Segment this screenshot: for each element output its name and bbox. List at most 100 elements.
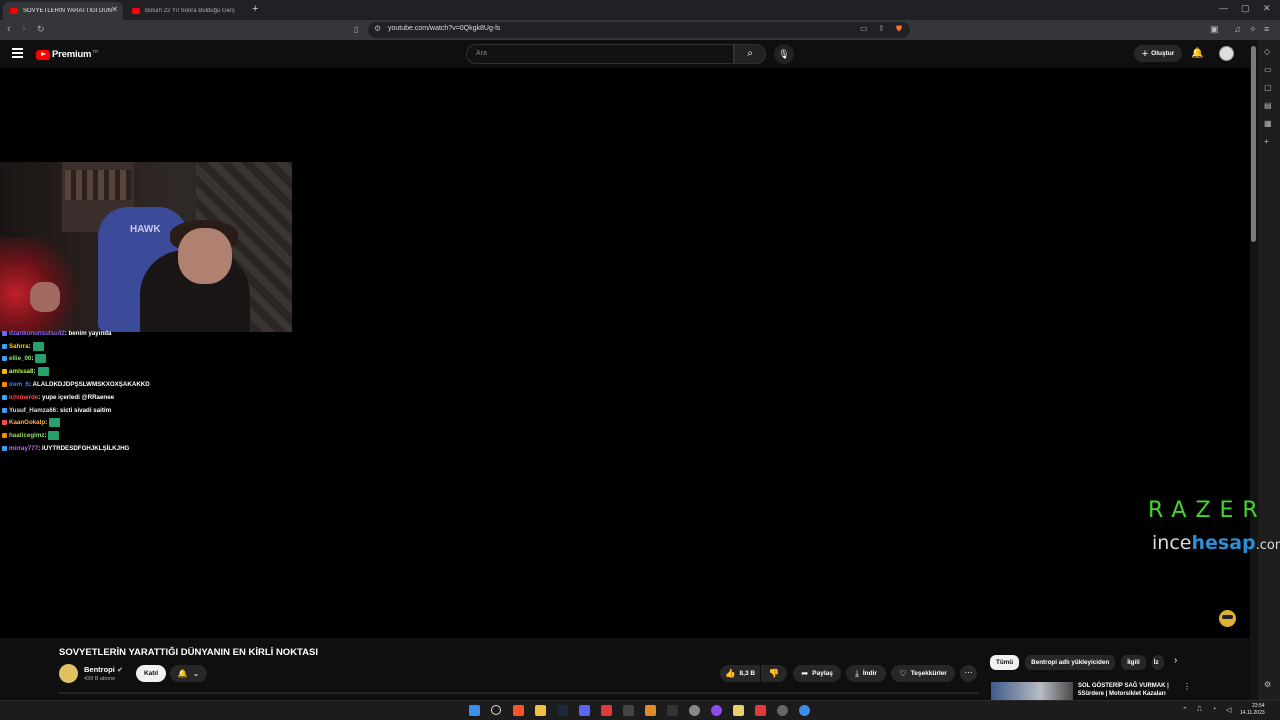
url-text[interactable]: youtube.com/watch?v=0Qkgk8Ug-ls — [388, 25, 500, 32]
new-tab-button[interactable]: + — [252, 3, 258, 15]
youtube-premium-logo[interactable]: Premium TR — [36, 49, 98, 60]
chat-badge-icon — [2, 394, 7, 400]
chat-badge-icon — [2, 343, 7, 349]
sidebar-settings-icon[interactable]: ⚙ — [1264, 680, 1271, 689]
channel-avatar[interactable] — [59, 664, 78, 683]
create-button[interactable]: + Oluştur — [1134, 45, 1182, 62]
chip-all[interactable]: Tümü — [990, 655, 1020, 670]
youtube-favicon-icon — [132, 8, 140, 14]
stream-chat-overlay: dzankonunsulsu42: benim yayında Sahrra :e… — [2, 327, 302, 455]
chat-message: Yusuf_Hamza66 : sicti sivadi saitim — [2, 404, 302, 417]
download-button[interactable]: ⤓ İndir — [846, 665, 886, 682]
add-panel-icon[interactable]: + — [1264, 137, 1269, 146]
thanks-button[interactable]: ♡ Teşekkürler — [891, 665, 955, 682]
steam-icon[interactable] — [557, 705, 568, 716]
recommendation-title[interactable]: SOL GÖSTERİP SAĞ VURMAK | 5Sürdere | Mot… — [1078, 682, 1178, 698]
logo-country: TR — [92, 49, 99, 54]
plus-icon: + — [1141, 47, 1149, 60]
menu-icon[interactable]: ≡ — [1264, 24, 1269, 34]
chat-username: amissa8 — [9, 368, 34, 376]
close-tab-icon[interactable]: ✕ — [111, 5, 118, 14]
media-icon[interactable]: ♫ — [1234, 24, 1241, 34]
share-icon[interactable]: ⇪ — [878, 24, 885, 33]
app-icon-e[interactable] — [799, 705, 810, 716]
history-icon[interactable]: ▦ — [1264, 119, 1272, 128]
channel-name[interactable]: Bentropi ✔ — [84, 665, 123, 674]
forward-icon[interactable]: › — [22, 23, 26, 35]
site-info-icon[interactable]: ⚙ — [374, 24, 381, 33]
app-icon-a[interactable] — [645, 705, 656, 716]
taskbar-search-icon[interactable] — [491, 705, 501, 715]
obs-icon[interactable] — [711, 705, 722, 716]
recommendation-menu-icon[interactable]: ⋮ — [1183, 682, 1191, 691]
browser-tab-active[interactable]: SOVYETLERİN YARATTIĞI DÜNYA ✕ — [3, 2, 123, 20]
back-icon[interactable]: ‹ — [7, 23, 11, 35]
hamburger-menu-icon[interactable] — [12, 48, 23, 60]
maximize-button[interactable]: ▢ — [1241, 3, 1250, 14]
search-input[interactable]: Ara — [466, 44, 734, 64]
taskbar-clock[interactable]: 23:54 14.11.2023 — [1240, 703, 1265, 717]
leo-sidebar-icon[interactable]: ◇ — [1264, 47, 1270, 56]
minimize-button[interactable]: — — [1219, 3, 1228, 13]
join-button[interactable]: Katıl — [136, 665, 166, 682]
search-icon: ⌕ — [747, 48, 753, 59]
chat-emote-icon — [35, 354, 47, 364]
thumbs-up-icon: 👍 — [724, 668, 736, 678]
volume-icon[interactable]: ◁ — [1226, 706, 1231, 714]
chat-message: dzankonunsulsu42: benim yayında — [2, 327, 302, 340]
chat-badge-icon — [2, 356, 7, 362]
chrome-icon[interactable] — [689, 705, 700, 716]
description-box[interactable] — [59, 692, 979, 694]
share-button[interactable]: ➦ Paylaş — [793, 665, 841, 682]
chat-text: : — [28, 342, 31, 350]
notifications-bell-icon[interactable]: 🔔 — [1191, 48, 1203, 59]
file-explorer-icon[interactable] — [535, 705, 546, 716]
wifi-icon[interactable]: ◔ — [1212, 706, 1216, 713]
network-icon[interactable]: ⎍ — [1197, 706, 1202, 714]
settings-icon[interactable] — [777, 705, 788, 716]
sponsor-incehesap-logo: incehesap.com — [1152, 532, 1280, 554]
app-icon-c[interactable] — [733, 705, 744, 716]
app-icon-b[interactable] — [667, 705, 678, 716]
address-bar[interactable]: ⚙ youtube.com/watch?v=0Qkgk8Ug-ls ▭ ⇪ ⛊ — [368, 22, 910, 38]
dislike-button[interactable]: 👎 — [761, 665, 787, 682]
like-button[interactable]: 👍 8,3 B — [720, 665, 760, 682]
more-actions-icon[interactable]: ⋯ — [960, 665, 977, 682]
sunglasses-emoji-icon — [1219, 610, 1236, 627]
calendar-app-icon[interactable] — [601, 705, 612, 716]
discord-icon[interactable] — [579, 705, 590, 716]
leo-ai-icon[interactable]: ✧ — [1249, 24, 1257, 35]
chat-emote-icon — [37, 367, 49, 377]
scrollbar-thumb[interactable] — [1251, 46, 1256, 242]
screenshot-icon[interactable]: ▭ — [860, 24, 868, 33]
download-icon: ⤓ — [855, 668, 859, 678]
chevron-right-icon[interactable]: › — [1174, 655, 1177, 666]
bookmarks-panel-icon[interactable]: ▢ — [1264, 83, 1272, 92]
browser-tab[interactable]: Bolum 22 Yıl Sonra Bulduğu Gerçek — [125, 2, 247, 20]
search-button[interactable]: ⌕ — [734, 44, 766, 64]
reading-list-icon[interactable]: ▭ — [1264, 65, 1272, 74]
bookmark-icon[interactable]: ▯ — [354, 25, 358, 34]
chat-username: ichimerde — [9, 393, 39, 401]
chat-text: : — [33, 368, 36, 376]
close-window-button[interactable]: ✕ — [1263, 3, 1271, 14]
brave-browser-icon[interactable] — [513, 705, 524, 716]
playlist-icon[interactable]: ▤ — [1264, 101, 1272, 110]
chip-from-uploader[interactable]: Bentropi adlı yükleyiciden — [1025, 655, 1116, 670]
chat-username: mirray777 — [9, 445, 39, 453]
subscription-bell-button[interactable]: 🔔 ⌄ — [170, 665, 207, 682]
app-icon-d[interactable] — [755, 705, 766, 716]
tray-expand-icon[interactable]: ⌃ — [1182, 706, 1188, 714]
chip-related[interactable]: İlgili — [1121, 655, 1146, 670]
extensions-icon[interactable]: ▣ — [1210, 24, 1219, 35]
windows-start-icon[interactable] — [469, 705, 480, 716]
recommendation-thumbnail[interactable] — [991, 682, 1073, 700]
chip-next-partial[interactable]: İz — [1151, 655, 1164, 670]
chair-brand-text: HAWK — [130, 224, 161, 235]
account-avatar[interactable] — [1219, 46, 1234, 61]
reload-icon[interactable]: ↻ — [37, 24, 45, 35]
brave-shield-icon[interactable]: ⛊ — [896, 24, 902, 34]
chat-message: KaanGokalp : — [2, 417, 302, 430]
voice-search-button[interactable]: 🎙 — [774, 44, 794, 64]
epic-games-icon[interactable] — [623, 705, 634, 716]
